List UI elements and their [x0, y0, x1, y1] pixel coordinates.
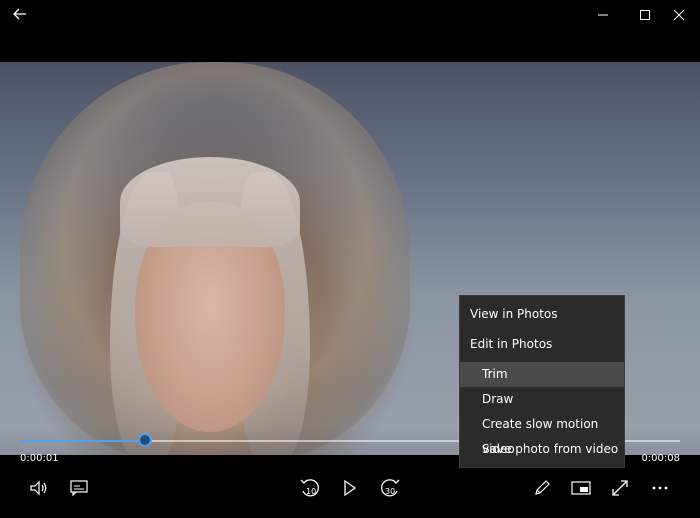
subtitles-button[interactable]	[61, 474, 97, 502]
menu-item-draw[interactable]: Draw	[460, 387, 624, 412]
playback-controls: 10 30	[0, 466, 700, 510]
skip-back-button[interactable]: 10	[292, 474, 328, 502]
mini-view-icon	[571, 481, 591, 495]
duration-time: 0:00:08	[641, 453, 680, 464]
seek-progress	[20, 440, 145, 442]
play-icon	[344, 480, 357, 496]
menu-item-save-photo-from-video[interactable]: Save photo from video	[460, 437, 624, 462]
menu-item-trim[interactable]: Trim	[460, 362, 624, 387]
volume-icon	[30, 480, 47, 496]
maximize-icon	[640, 10, 650, 20]
pencil-icon	[535, 480, 550, 495]
fullscreen-icon	[612, 480, 628, 496]
minimize-icon	[598, 14, 608, 16]
skip-back-10-icon: 10	[300, 479, 319, 497]
skip-forward-label: 30	[385, 487, 395, 496]
skip-back-label: 10	[306, 487, 316, 496]
menu-item-edit-in-photos[interactable]: Edit in Photos	[460, 332, 624, 357]
maximize-button[interactable]	[628, 0, 662, 30]
fullscreen-button[interactable]	[602, 474, 638, 502]
more-options-button[interactable]	[642, 474, 678, 502]
mini-view-button[interactable]	[563, 474, 599, 502]
close-button[interactable]	[662, 0, 696, 30]
menu-item-view-in-photos[interactable]: View in Photos	[460, 302, 624, 327]
close-icon	[674, 10, 684, 20]
back-arrow-icon	[13, 8, 26, 20]
menu-item-create-slow-motion-video[interactable]: Create slow motion video	[460, 412, 624, 456]
volume-button[interactable]	[21, 474, 57, 502]
play-button[interactable]	[332, 474, 368, 502]
seek-thumb[interactable]	[138, 433, 152, 447]
skip-forward-button[interactable]: 30	[372, 474, 408, 502]
subtitles-icon	[70, 480, 88, 496]
more-icon	[652, 486, 668, 490]
skip-forward-30-icon: 30	[381, 479, 400, 497]
minimize-button[interactable]	[586, 0, 620, 30]
current-time: 0:00:01	[20, 453, 59, 464]
edit-button[interactable]	[524, 474, 560, 502]
context-menu: View in Photos Edit in Photos Trim Draw …	[459, 295, 625, 468]
back-button[interactable]	[8, 4, 32, 24]
title-bar	[0, 0, 700, 30]
